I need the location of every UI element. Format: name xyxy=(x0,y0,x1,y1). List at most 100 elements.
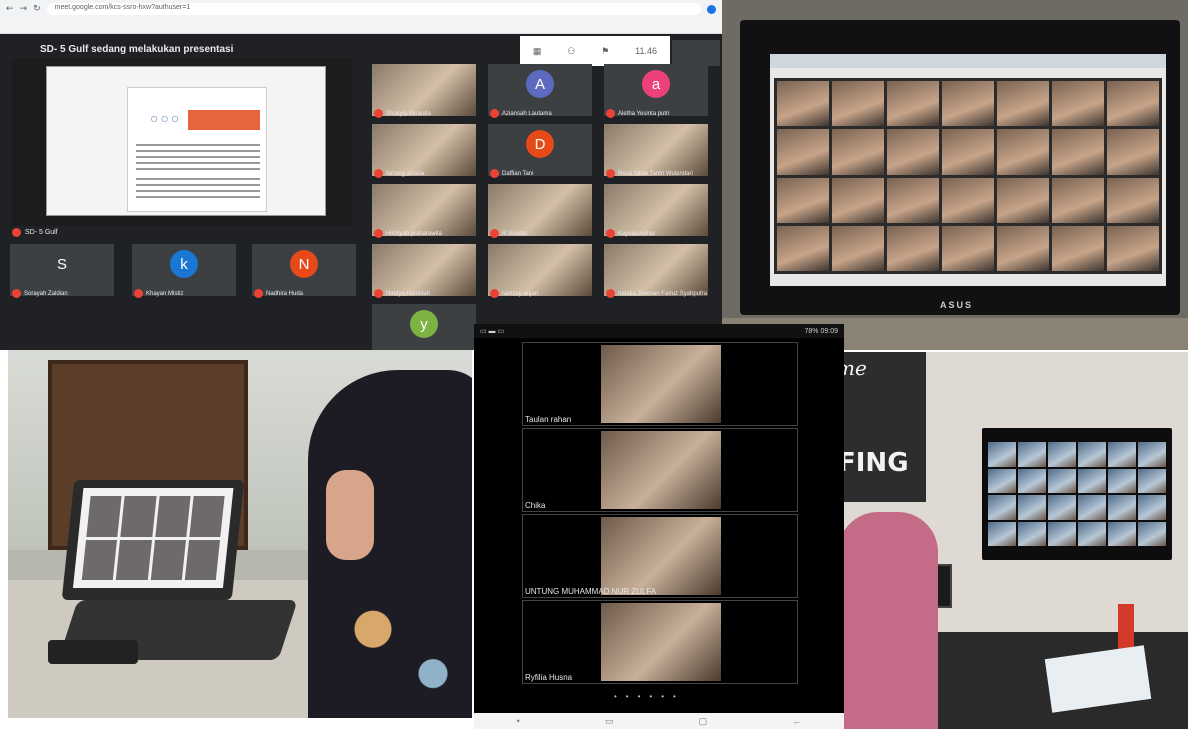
video-cell xyxy=(887,81,939,127)
small-laptop xyxy=(61,480,245,600)
text-line xyxy=(136,156,260,158)
mic-off-icon xyxy=(606,229,615,238)
mic-off-icon xyxy=(374,109,383,118)
teacher-tv-photo: me FING xyxy=(828,352,1188,729)
mic-off-icon xyxy=(12,228,21,237)
text-line xyxy=(136,162,260,164)
mic-off-icon xyxy=(606,169,615,178)
forward-icon[interactable]: → xyxy=(20,4,28,14)
text-line xyxy=(136,150,260,152)
video-cell xyxy=(988,468,1016,493)
participant-name-text: R Wianto xyxy=(502,230,527,237)
back-icon[interactable]: ← xyxy=(792,716,801,726)
video-cell xyxy=(81,539,118,580)
video-cell xyxy=(988,521,1016,546)
address-bar[interactable]: meet.google.com/kcs-ssro-hxw?authuser=1 xyxy=(46,3,701,15)
participant-tile[interactable]: A Aziansah Lautama xyxy=(488,64,592,118)
participant-name: natalia, Keenan Fairuz Syahputra xyxy=(606,289,707,298)
participant-name: Khayan Mistiz xyxy=(134,289,183,298)
laptop-photo: ASUS xyxy=(722,0,1188,350)
video-cell xyxy=(1018,521,1046,546)
video-cell xyxy=(1052,225,1104,271)
video-cell xyxy=(184,539,221,580)
participant-name-text: Aletha Yesinta putri xyxy=(618,110,670,117)
participant-tile[interactable]: Shakyla Miranda xyxy=(372,64,476,118)
video-cell xyxy=(1108,442,1136,467)
teacher-laptop-photo xyxy=(8,350,472,718)
avatar: k xyxy=(170,250,198,278)
video-cell xyxy=(154,496,191,537)
wall-tv xyxy=(982,428,1172,560)
participant-name: Chika xyxy=(525,501,546,510)
participant-name-text: Kayvan Adhar xyxy=(618,230,656,237)
self-view-tile xyxy=(672,40,720,66)
avatar: S xyxy=(48,250,76,278)
document-banner xyxy=(188,110,260,130)
participant-tile[interactable]: D Daffian Tani xyxy=(488,124,592,178)
video-grid xyxy=(72,488,234,588)
video-tile[interactable]: UNTUNG MUHAMMAD NUR ZULFA xyxy=(522,514,798,598)
camera-feed xyxy=(601,517,721,595)
mic-off-icon xyxy=(490,109,499,118)
avatar: A xyxy=(526,70,554,98)
video-tile[interactable]: Ryfilia Husna xyxy=(522,600,798,684)
text-line xyxy=(136,144,260,146)
back-icon[interactable]: ← xyxy=(6,4,14,14)
presenter-label: SD- 5 Gulf xyxy=(12,228,58,237)
video-tile[interactable]: Chika xyxy=(522,428,798,512)
participant-tile[interactable]: Rosa Silvia Tantri Wulandari xyxy=(604,124,708,178)
video-cell xyxy=(1108,495,1136,520)
phone-screenshot: ▭ ▬ ▭ 78% 09:09 Taulan rahan Chika UNTUNG … xyxy=(474,324,844,729)
participant-tile[interactable]: Hilmiyah praharawita xyxy=(372,184,476,238)
nav-dot-icon[interactable]: • xyxy=(517,716,520,726)
participant-tile[interactable]: N Nadhira Huda xyxy=(252,244,356,298)
mic-off-icon xyxy=(374,169,383,178)
participant-name: R Wianto xyxy=(490,229,527,238)
people-icon[interactable]: ⚇ xyxy=(567,46,575,57)
participant-tile[interactable]: y xyxy=(372,304,476,350)
participant-name-text: Khayan Mistiz xyxy=(146,290,184,297)
recent-apps-icon[interactable]: ▭ xyxy=(605,716,614,727)
participant-name-text: ramzey anjari xyxy=(502,290,539,297)
mic-off-icon xyxy=(254,289,263,298)
video-cell xyxy=(832,225,884,271)
participant-tile[interactable]: Nindya Hamidah xyxy=(372,244,476,298)
floral-clothing xyxy=(328,570,472,718)
video-cell xyxy=(1108,468,1136,493)
video-tile[interactable]: Taulan rahan xyxy=(522,342,798,426)
participant-tile[interactable]: ramzey anjari xyxy=(488,244,592,298)
reload-icon[interactable]: ↻ xyxy=(33,4,41,14)
participant-tile[interactable]: R Wianto xyxy=(488,184,592,238)
home-icon[interactable]: ▢ xyxy=(699,716,708,727)
video-cell xyxy=(150,539,186,580)
participant-tile[interactable]: a Aletha Yesinta putri xyxy=(604,64,708,118)
video-cell xyxy=(86,496,122,537)
mic-off-icon xyxy=(490,289,499,298)
text-line xyxy=(136,168,260,170)
video-cell xyxy=(887,177,939,223)
participant-name-text: Nadhira Huda xyxy=(266,290,304,297)
participant-tile[interactable]: k Khayan Mistiz xyxy=(132,244,236,298)
page-dots[interactable]: •••••• xyxy=(614,692,685,701)
participant-tile[interactable]: farrang amalia xyxy=(372,124,476,178)
participant-name: farrang amalia xyxy=(374,169,424,178)
mic-off-icon xyxy=(490,229,499,238)
collage: ← → ↻ meet.google.com/kcs-ssro-hxw?authu… xyxy=(0,0,1188,729)
teacher xyxy=(838,512,938,729)
video-cell xyxy=(1138,521,1166,546)
participant-tile[interactable]: Kayvan Adhar xyxy=(604,184,708,238)
video-cell xyxy=(997,177,1049,223)
participant-tile[interactable]: natalia, Keenan Fairuz Syahputra xyxy=(604,244,708,298)
participant-tile[interactable]: S Sorayah Zaldian xyxy=(10,244,114,298)
brand-logo: ASUS xyxy=(940,300,974,310)
video-cell xyxy=(777,177,829,223)
status-bar: ▭ ▬ ▭ 78% 09:09 xyxy=(474,324,844,338)
grid-icon[interactable]: ▦ xyxy=(533,46,542,57)
profile-icon[interactable] xyxy=(707,4,716,14)
video-cell xyxy=(1107,177,1159,223)
participant-name-text: farrang amalia xyxy=(386,170,425,177)
video-cell xyxy=(1052,81,1104,127)
chat-icon[interactable]: ⚑ xyxy=(601,46,609,57)
video-cell xyxy=(1018,442,1046,467)
video-cell xyxy=(942,225,994,271)
